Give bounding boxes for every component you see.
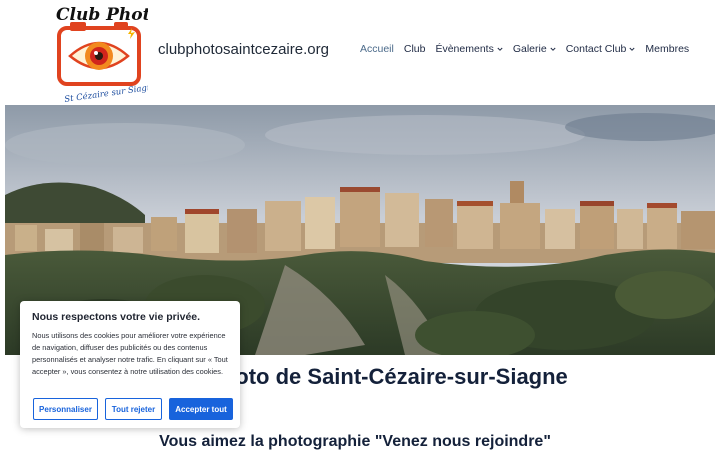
cookie-text: Nous utilisons des cookies pour améliore… [32,331,228,376]
site-title-link[interactable]: clubphotosaintcezaire.org [158,41,329,58]
nav-label: Accueil [360,43,394,55]
customize-button[interactable]: Personnaliser [33,398,98,420]
svg-text:Club Photo: Club Photo [56,5,148,25]
site-header: Club Photo St Cézaire sur Siagne clubpho… [0,0,720,104]
cookie-buttons: Personnaliser Tout rejeter Accepter tout [33,398,240,420]
nav-label: Évènements [435,43,494,55]
nav-item-membres[interactable]: Membres [645,43,689,55]
nav-item-evenements[interactable]: Évènements [435,43,503,55]
accept-all-button[interactable]: Accepter tout [169,398,233,420]
nav-item-accueil[interactable]: Accueil [360,43,394,55]
reject-all-button[interactable]: Tout rejeter [105,398,162,420]
main-nav: Accueil Club Évènements Galerie Contact … [360,43,699,55]
nav-item-contact-club[interactable]: Contact Club [566,43,636,55]
site-logo[interactable]: Club Photo St Cézaire sur Siagne [52,0,148,102]
cookie-consent-banner: Nous respectons votre vie privée. Nous u… [20,301,240,428]
page-subheading: Vous aimez la photographie "Venez nous r… [159,433,551,450]
chevron-down-icon [550,47,556,51]
nav-item-galerie[interactable]: Galerie [513,43,556,55]
camera-eye-logo-icon: Club Photo St Cézaire sur Siagne [56,5,148,102]
chevron-down-icon [497,47,503,51]
nav-label: Contact Club [565,43,627,55]
nav-label: Club [403,43,426,55]
nav-item-club[interactable]: Club [404,43,426,55]
cookie-title: Nous respectons votre vie privée. [32,311,201,323]
chevron-down-icon [629,47,635,51]
nav-label: Galerie [512,43,547,55]
nav-label: Membres [645,43,690,55]
